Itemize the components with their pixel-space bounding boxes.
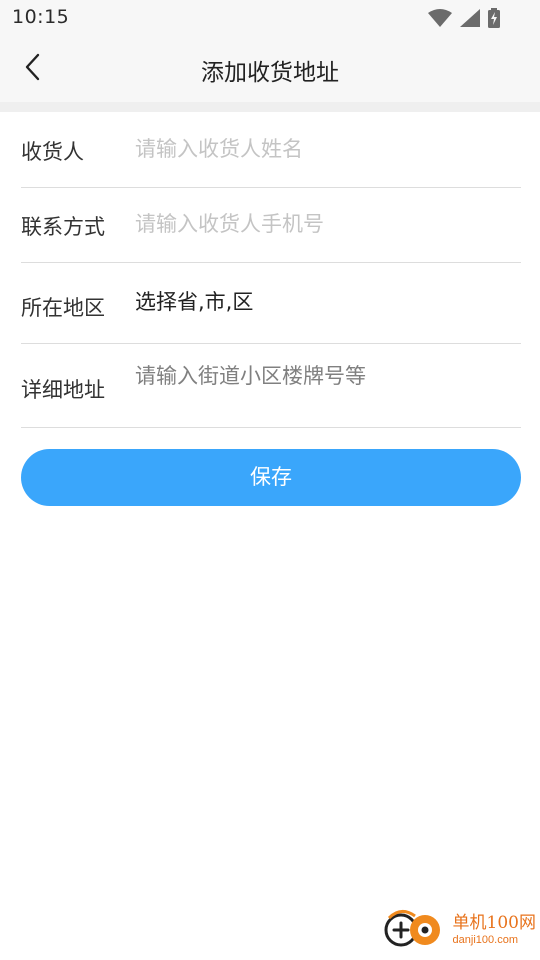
save-button[interactable]: 保存 bbox=[21, 449, 521, 506]
signal-icon bbox=[460, 9, 480, 27]
watermark-url: danji100.com bbox=[452, 933, 518, 946]
page-title: 添加收货地址 bbox=[201, 60, 339, 86]
watermark-text: 单机100网 danji100.com bbox=[452, 912, 536, 946]
header-divider bbox=[0, 102, 540, 112]
phone-label: 联系方式 bbox=[21, 215, 105, 239]
status-time: 10:15 bbox=[12, 6, 70, 28]
receiver-label: 收货人 bbox=[21, 140, 84, 164]
watermark: 单机100网 danji100.com bbox=[381, 908, 536, 952]
wifi-icon bbox=[428, 9, 452, 27]
battery-charging-icon bbox=[488, 8, 500, 28]
address-form: 收货人 联系方式 所在地区 选择省,市,区 详细地址 bbox=[21, 112, 521, 428]
receiver-row: 收货人 bbox=[21, 112, 521, 188]
region-selector[interactable]: 选择省,市,区 bbox=[135, 286, 253, 316]
nav-bar: 添加收货地址 bbox=[0, 36, 540, 102]
phone-input[interactable] bbox=[135, 207, 521, 241]
region-label: 所在地区 bbox=[21, 296, 105, 320]
watermark-brand: 单机100网 bbox=[452, 912, 536, 933]
address-label: 详细地址 bbox=[21, 378, 105, 402]
status-icons bbox=[428, 8, 500, 28]
status-bar: 10:15 bbox=[0, 0, 540, 36]
region-row[interactable]: 所在地区 选择省,市,区 bbox=[21, 263, 521, 344]
receiver-name-input[interactable] bbox=[135, 132, 521, 166]
danji100-logo-icon bbox=[381, 908, 447, 952]
phone-row: 联系方式 bbox=[21, 188, 521, 263]
address-row: 详细地址 bbox=[21, 344, 521, 428]
detail-address-input[interactable] bbox=[135, 362, 521, 422]
